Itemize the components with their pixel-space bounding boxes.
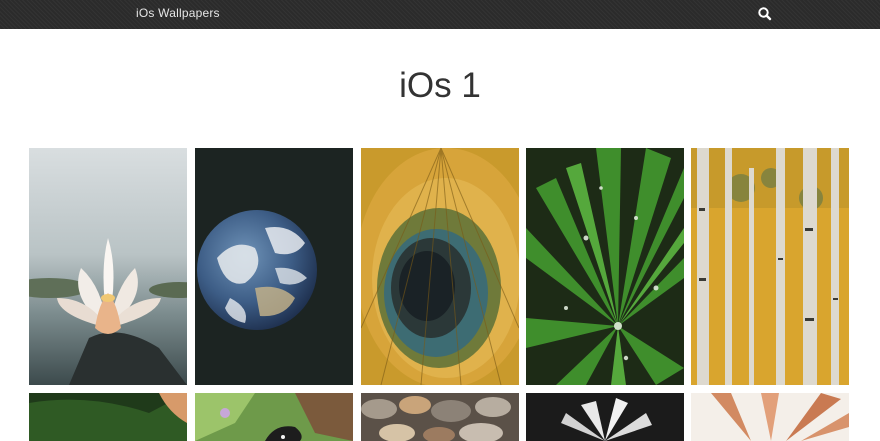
wallpaper-thumb-white-flower[interactable] [526,393,684,441]
wallpaper-thumb-peacock-feather[interactable] [361,148,519,385]
leaf-image [29,393,187,441]
wallpaper-thumb-butterfly-garden[interactable] [195,393,353,441]
lily-petals-image [691,393,849,441]
wallpaper-thumb-aspen-trees[interactable] [691,148,849,385]
peacock-feather-image [361,148,519,385]
wallpaper-thumb-green-leaf-drops[interactable] [526,148,684,385]
leaf-waterdrops-image [526,148,684,385]
lotus-flower-image [29,148,187,385]
wallpaper-thumb-pebbles[interactable] [361,393,519,441]
butterfly-image [195,393,353,441]
wallpaper-thumb-water-lily[interactable] [29,148,187,385]
wallpaper-thumb-pink-lily[interactable] [691,393,849,441]
wallpaper-thumb-earth[interactable] [195,148,353,385]
earth-globe-image [195,148,353,385]
wallpaper-gallery [0,0,880,441]
white-flower-image [526,393,684,441]
birch-forest-image [691,148,849,385]
wallpaper-thumb-dark-green-leaf[interactable] [29,393,187,441]
pebbles-image [361,393,519,441]
